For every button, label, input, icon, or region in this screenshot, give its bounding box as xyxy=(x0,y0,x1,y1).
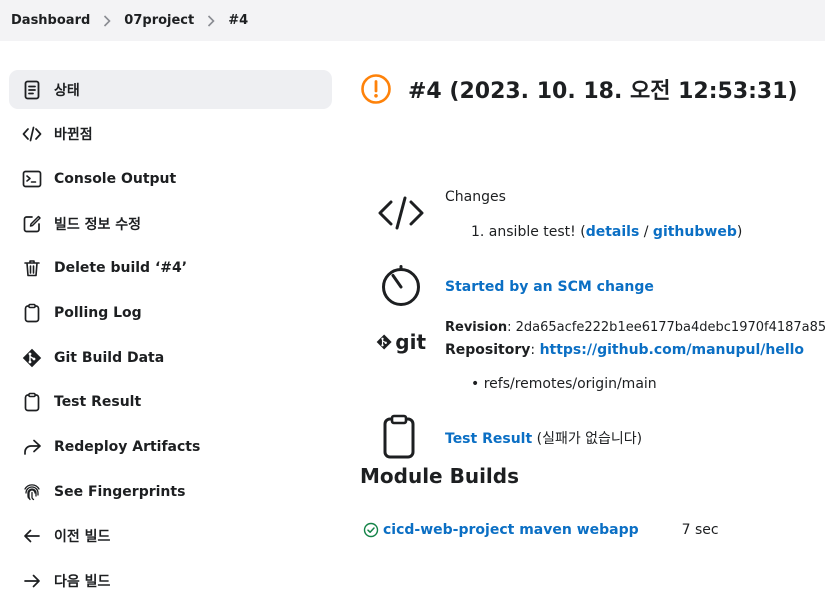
timer-icon xyxy=(379,264,423,308)
sidebar-item-redeploy-artifacts[interactable]: Redeploy Artifacts xyxy=(9,428,332,467)
sidebar: 상태 바뀐점 Console Output 빌드 정보 수정 Delete bu… xyxy=(9,70,332,606)
sidebar-item-label: Redeploy Artifacts xyxy=(54,439,201,455)
sidebar-item-label: Git Build Data xyxy=(54,349,165,366)
main-content: #4 (2023. 10. 18. 오전 12:53:31) Changes 1… xyxy=(360,0,825,599)
module-build-duration: 7 sec xyxy=(681,522,719,538)
sidebar-item-status[interactable]: 상태 xyxy=(9,70,332,109)
sidebar-item-see-fingerprints[interactable]: See Fingerprints xyxy=(9,472,332,511)
sidebar-item-changes[interactable]: 바뀐점 xyxy=(9,115,332,154)
arrow-left-icon xyxy=(21,525,43,547)
chevron-right-icon xyxy=(207,14,215,27)
sidebar-item-label: 다음 빌드 xyxy=(54,574,111,591)
fingerprint-icon xyxy=(21,481,43,503)
sidebar-item-label: 빌드 정보 수정 xyxy=(54,216,142,233)
test-result-line: Test Result (실패가 없습니다) xyxy=(445,428,642,448)
change-item-close: ) xyxy=(736,224,743,240)
breadcrumb-dashboard[interactable]: Dashboard xyxy=(11,13,90,28)
change-item-text: 1. ansible test! ( xyxy=(471,224,586,240)
changes-heading: Changes xyxy=(445,189,506,205)
branch-name: refs/remotes/origin/main xyxy=(483,376,657,392)
test-result-summary: (실패가 없습니다) xyxy=(532,431,643,447)
sidebar-item-polling-log[interactable]: Polling Log xyxy=(9,293,332,332)
code-icon xyxy=(21,123,43,145)
sidebar-item-next-build[interactable]: 다음 빌드 xyxy=(9,562,332,601)
branch-item: • refs/remotes/origin/main xyxy=(471,376,657,392)
sidebar-item-label: Delete build ‘#4’ xyxy=(54,260,188,277)
module-builds-heading: Module Builds xyxy=(360,464,519,488)
share-arrow-icon xyxy=(21,436,43,458)
git-logo-text: git xyxy=(395,330,426,354)
git-logo-icon: git xyxy=(376,328,426,356)
sidebar-item-git-build-data[interactable]: Git Build Data xyxy=(9,338,332,377)
revision-line: Revision: 2da65acfe222b1ee6177ba4debc197… xyxy=(445,320,825,335)
breadcrumb-project[interactable]: 07project xyxy=(124,13,194,28)
sidebar-item-label: 바뀐점 xyxy=(54,127,93,144)
sidebar-item-label: 상태 xyxy=(54,82,80,99)
clipboard-icon xyxy=(21,391,43,413)
change-item: 1. ansible test! (details / githubweb) xyxy=(471,224,742,240)
revision-label: Revision xyxy=(445,320,508,335)
trash-icon xyxy=(21,257,43,279)
repository-line: Repository: https://github.com/manupul/h… xyxy=(445,342,804,358)
sidebar-item-label: Test Result xyxy=(54,394,142,411)
repository-label: Repository xyxy=(445,342,531,358)
revision-value: : 2da65acfe222b1ee6177ba4debc1970f4187a8… xyxy=(507,320,825,335)
breadcrumb-build[interactable]: #4 xyxy=(228,13,248,28)
test-result-link[interactable]: Test Result xyxy=(445,431,532,447)
module-build-row: cicd-web-project maven webapp 7 sec xyxy=(363,522,719,538)
sidebar-item-label: Polling Log xyxy=(54,304,142,321)
started-by-scm-link[interactable]: Started by an SCM change xyxy=(445,279,654,295)
sidebar-item-previous-build[interactable]: 이전 빌드 xyxy=(9,517,332,556)
warning-circle-icon xyxy=(361,74,391,104)
clipboard-icon xyxy=(380,413,418,461)
sidebar-item-edit-build-info[interactable]: 빌드 정보 수정 xyxy=(9,204,332,243)
details-link[interactable]: details xyxy=(586,224,640,240)
clipboard-icon xyxy=(21,302,43,324)
git-icon xyxy=(21,347,43,369)
arrow-right-icon xyxy=(21,570,43,592)
githubweb-link[interactable]: githubweb xyxy=(653,224,737,240)
terminal-icon xyxy=(21,168,43,190)
change-item-separator: / xyxy=(639,224,653,240)
chevron-right-icon xyxy=(103,14,111,27)
sidebar-item-console-output[interactable]: Console Output xyxy=(9,159,332,198)
page-title: #4 (2023. 10. 18. 오전 12:53:31) xyxy=(408,79,798,104)
build-title-row: #4 (2023. 10. 18. 오전 12:53:31) xyxy=(360,73,798,105)
code-icon xyxy=(376,193,426,233)
sidebar-item-label: 이전 빌드 xyxy=(54,529,111,546)
module-build-link[interactable]: cicd-web-project maven webapp xyxy=(383,522,639,538)
sidebar-item-label: Console Output xyxy=(54,170,177,187)
document-icon xyxy=(21,79,43,101)
sidebar-item-test-result[interactable]: Test Result xyxy=(9,383,332,422)
repository-link[interactable]: https://github.com/manupul/hello xyxy=(540,342,804,358)
edit-icon xyxy=(21,213,43,235)
success-check-icon xyxy=(363,522,379,538)
repository-separator: : xyxy=(530,342,540,358)
sidebar-item-delete-build[interactable]: Delete build ‘#4’ xyxy=(9,249,332,288)
sidebar-item-label: See Fingerprints xyxy=(54,483,186,500)
